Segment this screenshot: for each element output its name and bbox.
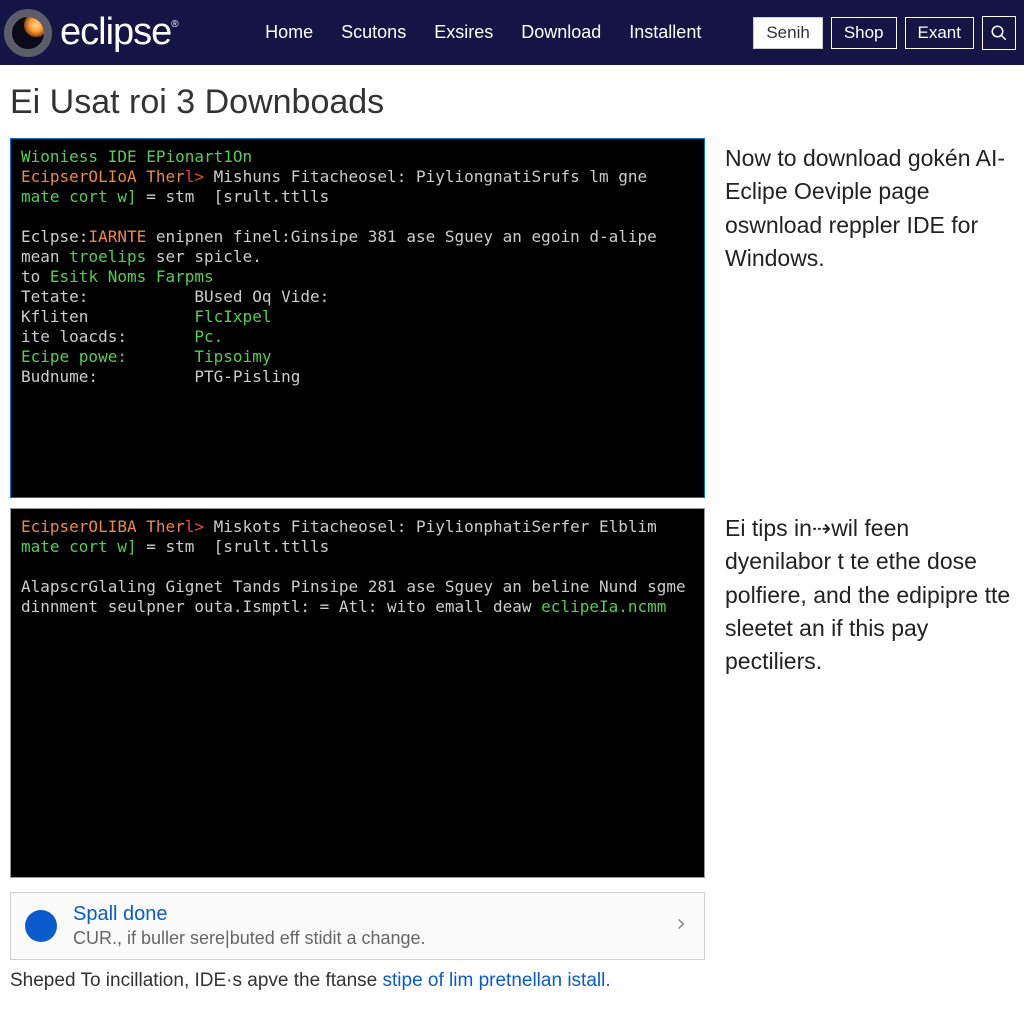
callout-title: Spall done [73, 903, 656, 926]
search-icon [990, 24, 1008, 42]
nav-download[interactable]: Download [521, 22, 601, 43]
nav-home[interactable]: Home [265, 22, 313, 43]
page-content: Ei Usat roi 3 Downboads Wioniess IDE EPi… [0, 65, 1024, 1002]
nav-exsires[interactable]: Exsires [434, 22, 493, 43]
eclipse-logo-icon [4, 9, 52, 57]
search-button[interactable] [982, 16, 1016, 50]
page-title: Ei Usat roi 3 Downboads [10, 83, 1014, 122]
shop-button[interactable]: Shop [831, 17, 897, 49]
chevron-right-icon [672, 915, 690, 938]
top-nav-bar: eclipse® Home Scutons Exsires Download I… [0, 0, 1024, 65]
terminal-output-1: Wioniess IDE EPionart1On EcipserOLIoA Th… [10, 138, 705, 498]
callout-subtitle: CUR., if buller sere|buted eff stidit a … [73, 928, 656, 949]
nav-installent[interactable]: Installent [629, 22, 701, 43]
footer-line: Sheped To incillation, IDE·s apve the ft… [10, 970, 1014, 992]
footer-link[interactable]: stipe of lim pretnellan istall. [383, 970, 611, 991]
download-badge-icon [25, 910, 57, 942]
callout-body: Spall done CUR., if buller sere|buted ef… [73, 903, 656, 949]
aside-text-1: Now to download gokén AI-Eclipe Oeviple … [725, 138, 1014, 498]
brand-logo[interactable]: eclipse® [4, 9, 178, 57]
info-callout[interactable]: Spall done CUR., if buller sere|buted ef… [10, 892, 705, 960]
primary-nav: Home Scutons Exsires Download Installent… [265, 16, 1016, 50]
exant-button[interactable]: Exant [905, 17, 974, 49]
aside-text-2: Ei tips in⇢wil feen dyenilabor t te ethe… [725, 508, 1014, 878]
section-2: EcipserOLIBA Therl> Miskots Fitacheosel:… [10, 508, 1014, 878]
senih-button[interactable]: Senih [753, 17, 822, 49]
terminal-output-2: EcipserOLIBA Therl> Miskots Fitacheosel:… [10, 508, 705, 878]
nav-scutons[interactable]: Scutons [341, 22, 406, 43]
brand-name: eclipse® [60, 11, 178, 54]
section-1: Wioniess IDE EPionart1On EcipserOLIoA Th… [10, 138, 1014, 498]
header-buttons: Senih Shop Exant [753, 16, 1016, 50]
